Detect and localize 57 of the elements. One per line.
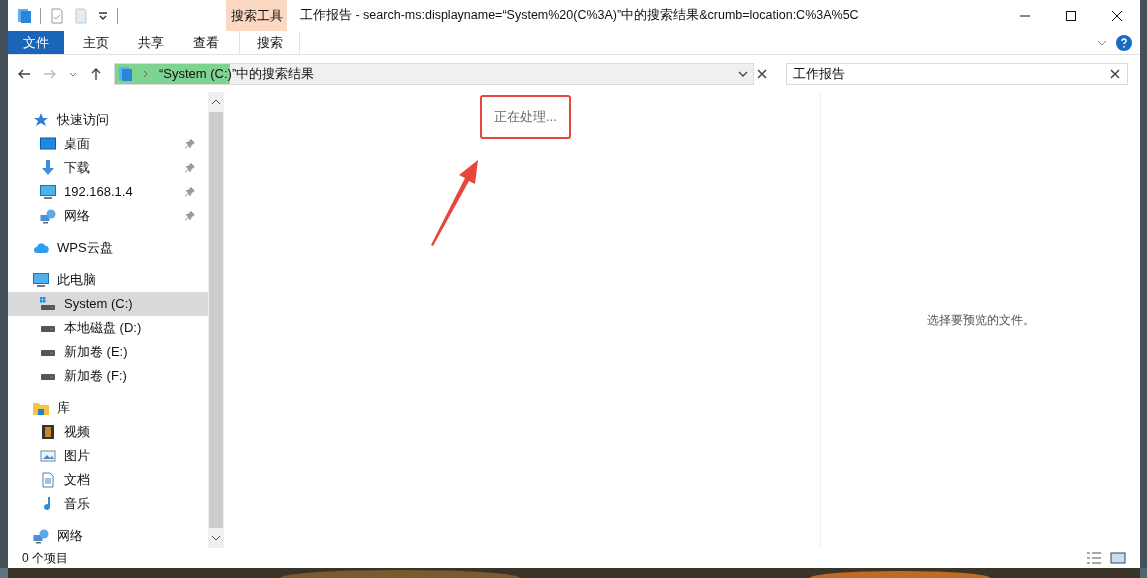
image-icon	[40, 448, 56, 464]
sidebar-item[interactable]: 桌面	[8, 132, 208, 156]
sidebar-item[interactable]: 网络	[8, 204, 208, 228]
ribbon-tab[interactable]: 共享	[128, 31, 174, 54]
sidebar-item[interactable]: 音乐	[8, 492, 208, 516]
sidebar-item[interactable]: 图片	[8, 444, 208, 468]
document-icon	[40, 472, 56, 488]
sidebar-item[interactable]: 此电脑	[8, 268, 208, 292]
sidebar-item[interactable]: 本地磁盘 (D:)	[8, 316, 208, 340]
context-tab-header: 搜索工具	[226, 0, 287, 31]
pin-icon	[184, 186, 196, 198]
system-drive-icon	[40, 296, 56, 312]
network-icon	[40, 208, 56, 224]
desktop-icon	[40, 136, 56, 152]
sidebar-item[interactable]: 网络	[8, 524, 208, 548]
maximize-icon	[1065, 9, 1077, 22]
pin-icon	[184, 162, 196, 174]
sidebar-item[interactable]: WPS云盘	[8, 236, 208, 260]
sidebar-item[interactable]: 文档	[8, 468, 208, 492]
sidebar-item[interactable]: 库	[8, 396, 208, 420]
sidebar-item[interactable]: System (C:)	[8, 292, 208, 316]
item-count: 0 个项目	[22, 550, 68, 567]
ribbon-tab[interactable]: 文件	[8, 31, 64, 54]
star-icon	[33, 112, 49, 128]
preview-message: 选择要预览的文件。	[926, 312, 1035, 329]
sidebar-item[interactable]: 192.168.1.4	[8, 180, 208, 204]
scrollbar[interactable]	[208, 92, 224, 548]
close-icon[interactable]	[756, 67, 768, 80]
monitor-icon	[40, 184, 56, 200]
help-icon[interactable]	[1116, 35, 1132, 51]
cloud-icon	[33, 240, 49, 256]
ribbon-tab[interactable]: 查看	[183, 31, 229, 54]
ribbon-tab[interactable]: 主页	[73, 31, 119, 54]
sidebar-item[interactable]: 新加卷 (E:)	[8, 340, 208, 364]
down-arrow-icon	[40, 160, 56, 176]
details-view-icon[interactable]	[1086, 550, 1102, 566]
preview-view-icon[interactable]	[1110, 550, 1126, 566]
pin-icon	[184, 138, 196, 150]
monitor-icon	[33, 272, 49, 288]
ribbon-tab[interactable]: 搜索	[239, 31, 300, 54]
network-icon	[33, 528, 49, 544]
folder-icon	[33, 400, 49, 416]
properties-icon[interactable]	[49, 7, 65, 24]
folder-icon	[117, 65, 133, 82]
close-icon	[1111, 9, 1123, 22]
sidebar-item[interactable]: 快速访问	[8, 108, 208, 132]
close-icon[interactable]	[1109, 67, 1121, 80]
dropdown-icon[interactable]	[97, 9, 109, 22]
sidebar-item[interactable]: 视频	[8, 420, 208, 444]
sidebar-item[interactable]: 新加卷 (F:)	[8, 364, 208, 388]
folder-icon[interactable]	[16, 7, 32, 24]
film-icon	[40, 424, 56, 440]
status-message: 正在处理...	[480, 95, 571, 139]
window-title: 工作报告 - search-ms:displayname=“System%20(C%3A)”中的搜索结果&crumb=location:C%3A%5C	[300, 7, 859, 25]
search-field[interactable]: 工作报告	[786, 62, 1128, 85]
pin-icon	[184, 210, 196, 222]
sidebar-item[interactable]: 下载	[8, 156, 208, 180]
